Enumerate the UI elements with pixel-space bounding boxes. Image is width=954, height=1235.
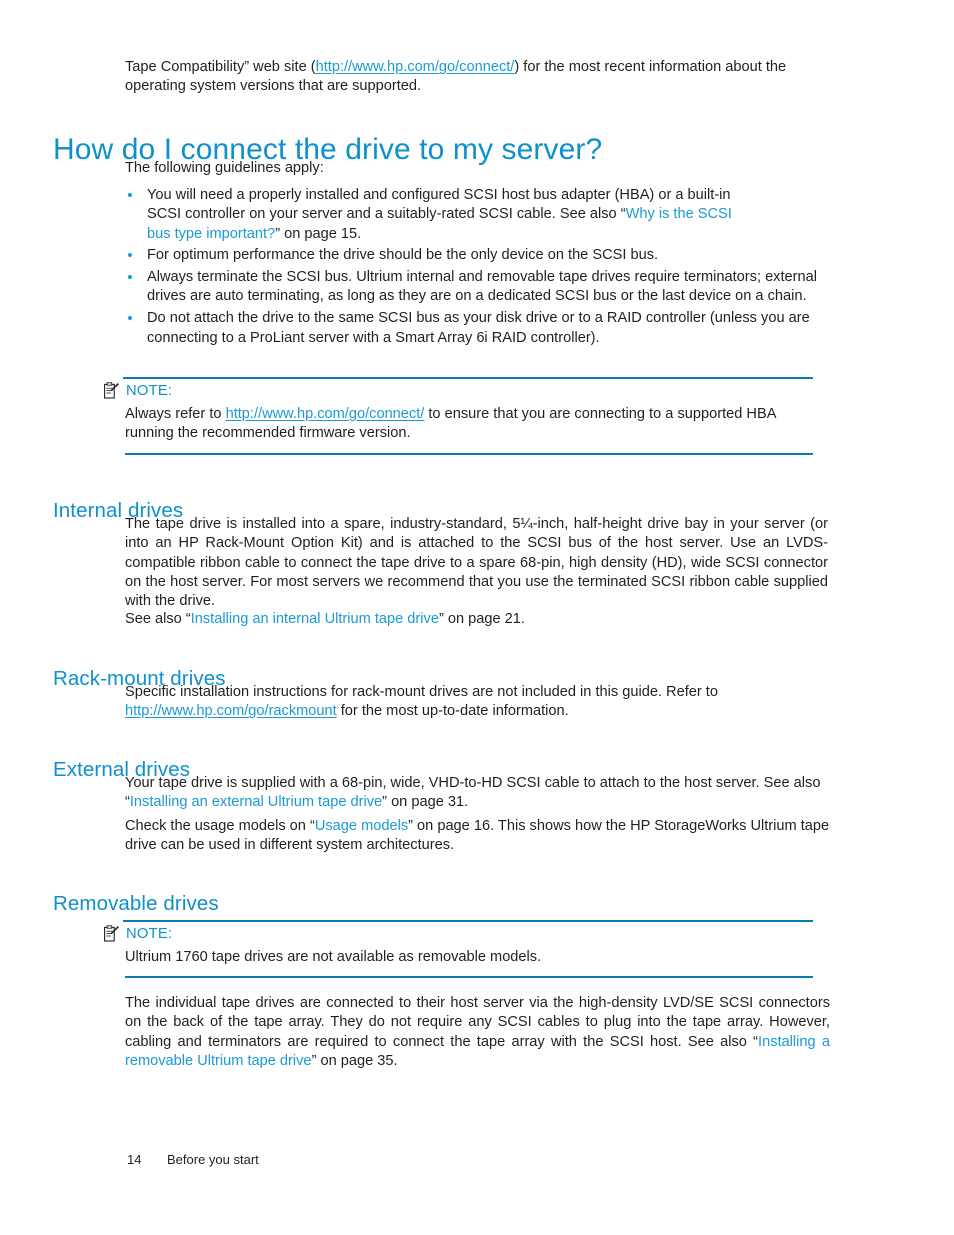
list-item-text: You will need a properly installed and c… <box>147 186 735 244</box>
external-drives-paragraph-1: Your tape drive is supplied with a 68-pi… <box>125 774 833 813</box>
list-item: Do not attach the drive to the same SCSI… <box>125 309 827 348</box>
note-clipboard-icon <box>104 382 119 399</box>
list-item: For optimum performance the drive should… <box>125 246 837 265</box>
hp-connect-link[interactable]: http://www.hp.com/go/connect/ <box>226 406 425 422</box>
note-bottom-rule <box>125 453 813 455</box>
list-item-text: For optimum performance the drive should… <box>147 247 659 264</box>
list-item-text: Always terminate the SCSI bus. Ultrium i… <box>147 269 817 305</box>
rackmount-text-before: Specific installation instructions for r… <box>125 684 718 700</box>
hp-connect-link[interactable]: http://www.hp.com/go/connect/ <box>316 59 515 75</box>
rackmount-text-after: for the most up-to-date information. <box>336 703 569 720</box>
page-footer: 14 Before you start <box>127 1152 527 1170</box>
note-bottom-rule <box>125 976 813 978</box>
see-also-after: ” on page 21. <box>438 611 525 627</box>
footer-chapter-title: Before you start <box>167 1152 259 1167</box>
intro-paragraph: Tape Compatibility” web site (http://www… <box>125 58 835 97</box>
note-body-before: Always refer to <box>125 406 226 422</box>
removable-text-before: The individual tape drives are connected… <box>125 995 830 1050</box>
bullet-icon <box>128 253 132 258</box>
note-body: Ultrium 1760 tape drives are not availab… <box>125 949 542 965</box>
document-page: Tape Compatibility” web site (http://www… <box>0 0 954 1235</box>
note-top-rule <box>123 377 813 379</box>
rack-mount-paragraph: Specific installation instructions for r… <box>125 683 828 722</box>
footer-page-number: 14 <box>127 1152 142 1167</box>
internal-drives-paragraph-1: The tape drive is installed into a spare… <box>125 516 828 610</box>
hp-rackmount-link[interactable]: http://www.hp.com/go/rackmount <box>125 703 337 719</box>
list-item: Always terminate the SCSI bus. Ultrium i… <box>125 268 819 307</box>
list-item-text-part2: ” on page 15. <box>275 225 362 242</box>
installing-external-ultrium-link[interactable]: Installing an external Ultrium tape driv… <box>130 794 382 810</box>
external-text-after: ” on page 31. <box>382 794 469 811</box>
guidelines-lead: The following guidelines apply: <box>125 160 324 176</box>
installing-internal-ultrium-link[interactable]: Installing an internal Ultrium tape driv… <box>191 611 439 627</box>
intro-text-after: ) for the most recent information about <box>514 59 762 75</box>
guidelines-list: You will need a properly installed and c… <box>125 186 825 350</box>
note-body: Always refer to http://www.hp.com/go/con… <box>125 405 825 444</box>
usage-models-before: Check the usage models on “ <box>125 818 315 834</box>
list-item-text: Do not attach the drive to the same SCSI… <box>147 310 810 346</box>
bullet-icon <box>128 275 132 280</box>
bullet-icon <box>128 193 132 197</box>
bullet-icon <box>128 316 132 321</box>
note-label: NOTE: <box>126 926 173 942</box>
removable-drives-paragraph: The individual tape drives are connected… <box>125 994 830 1071</box>
usage-models-link[interactable]: Usage models <box>315 818 408 834</box>
internal-drives-paragraph-2: See also “Installing an internal Ultrium… <box>125 610 828 629</box>
removable-text-after: ” on page 35. <box>311 1052 398 1069</box>
note-clipboard-icon <box>104 925 119 942</box>
list-item: You will need a properly installed and c… <box>125 186 735 244</box>
section-heading-removable-drives: Removable drives <box>53 892 219 915</box>
note-top-rule <box>123 920 813 922</box>
external-drives-paragraph-2: Check the usage models on “Usage models”… <box>125 817 830 856</box>
see-also-before: See also “ <box>125 611 191 627</box>
intro-text-before: Tape Compatibility” web site ( <box>125 59 316 75</box>
note-label: NOTE: <box>126 383 173 399</box>
